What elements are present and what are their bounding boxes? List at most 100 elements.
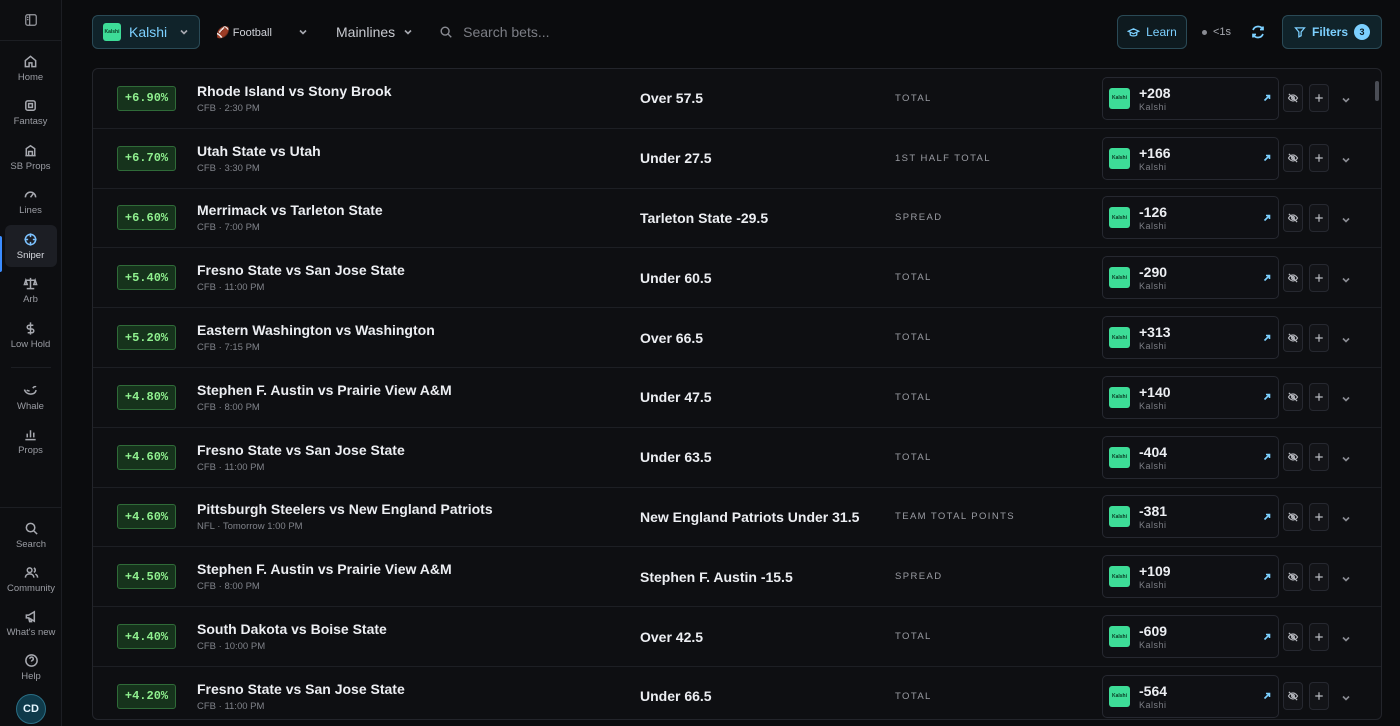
external-link-icon[interactable] [1262,691,1272,701]
add-bet-button[interactable] [1309,323,1329,352]
odds-card[interactable]: Kalshi -381 Kalshi [1102,495,1279,539]
odds-card[interactable]: Kalshi -564 Kalshi [1102,674,1279,718]
add-bet-button[interactable] [1309,502,1329,531]
sidebar-item-community[interactable]: Community [5,558,57,600]
table-row[interactable]: +4.40% South Dakota vs Boise State CFB ·… [93,607,1381,667]
odds-card[interactable]: Kalshi +109 Kalshi [1102,555,1279,599]
odds-card[interactable]: Kalshi -290 Kalshi [1102,256,1279,300]
sidebar-item-low-hold[interactable]: Low Hold [5,315,57,357]
odds-values: +140 Kalshi [1139,384,1262,411]
hide-bet-button[interactable] [1283,502,1303,531]
plus-icon [1315,333,1323,342]
expand-row-button[interactable] [1341,690,1353,702]
table-row[interactable]: +4.20% Fresno State vs San Jose State CF… [93,667,1381,719]
search-input[interactable] [463,24,764,40]
expand-row-button[interactable] [1341,451,1353,463]
odds-card[interactable]: Kalshi -609 Kalshi [1102,615,1279,659]
add-bet-button[interactable] [1309,562,1329,591]
odds-card[interactable]: Kalshi +166 Kalshi [1102,136,1279,180]
hide-bet-button[interactable] [1283,443,1303,472]
hide-bet-button[interactable] [1283,323,1303,352]
hide-bet-button[interactable] [1283,144,1303,173]
odds-card[interactable]: Kalshi +140 Kalshi [1102,375,1279,419]
external-link-icon[interactable] [1262,632,1272,642]
add-bet-button[interactable] [1309,263,1329,292]
add-bet-button[interactable] [1309,144,1329,173]
game-info: Fresno State vs San Jose State CFB · 11:… [197,262,405,293]
hide-bet-button[interactable] [1283,383,1303,412]
sportsbook-name: Kalshi [1139,520,1167,531]
expand-row-button[interactable] [1341,212,1353,224]
external-link-icon[interactable] [1262,333,1272,343]
sidebar-item-fantasy[interactable]: Fantasy [5,92,57,134]
sidebar-item-arb[interactable]: Arb [5,270,57,312]
external-link-icon[interactable] [1262,273,1272,283]
expand-row-button[interactable] [1341,631,1353,643]
lines-icon [24,191,37,199]
add-bet-button[interactable] [1309,682,1329,711]
table-row[interactable]: +5.20% Eastern Washington vs Washington … [93,308,1381,368]
add-bet-button[interactable] [1309,203,1329,232]
filters-button[interactable]: Filters 3 [1282,15,1382,49]
table-row[interactable]: +6.90% Rhode Island vs Stony Brook CFB ·… [93,69,1381,129]
filters-button-label: Filters [1311,25,1348,39]
odds-card[interactable]: Kalshi -404 Kalshi [1102,435,1279,479]
table-row[interactable]: +4.60% Pittsburgh Steelers vs New Englan… [93,488,1381,548]
add-bet-button[interactable] [1309,622,1329,651]
odds-card[interactable]: Kalshi +208 Kalshi [1102,76,1279,120]
add-bet-button[interactable] [1309,84,1329,113]
expand-row-button[interactable] [1341,332,1353,344]
hide-bet-button[interactable] [1283,263,1303,292]
hide-bet-button[interactable] [1283,84,1303,113]
external-link-icon[interactable] [1262,572,1272,582]
hide-bet-button[interactable] [1283,203,1303,232]
table-row[interactable]: +4.80% Stephen F. Austin vs Prairie View… [93,368,1381,428]
sidebar-item-whats-new[interactable]: What's new [5,602,57,644]
game-title: Fresno State vs San Jose State [197,680,405,697]
expand-row-button[interactable] [1341,272,1353,284]
eye-off-icon [1287,512,1299,522]
table-row[interactable]: +6.60% Merrimack vs Tarleton State CFB ·… [93,189,1381,249]
table-row[interactable]: +5.40% Fresno State vs San Jose State CF… [93,248,1381,309]
table-row[interactable]: +4.50% Stephen F. Austin vs Prairie View… [93,547,1381,608]
add-bet-button[interactable] [1309,383,1329,412]
sidebar-item-sb-props[interactable]: SB Props [5,136,57,178]
sportsbook-name: Kalshi [1139,341,1167,352]
external-link-icon[interactable] [1262,512,1272,522]
external-link-icon[interactable] [1262,93,1272,103]
table-row[interactable]: +4.60% Fresno State vs San Jose State CF… [93,428,1381,488]
sidebar-item-sniper[interactable]: Sniper [4,225,57,268]
sidebar-toggle-button[interactable] [0,0,62,41]
market-select-label: Mainlines [336,24,396,40]
table-row[interactable]: +6.70% Utah State vs Utah CFB · 3:30 PM … [93,129,1381,189]
expand-row-button[interactable] [1341,511,1353,523]
game-info: Stephen F. Austin vs Prairie View A&M CF… [197,561,452,592]
odds-card[interactable]: Kalshi +313 Kalshi [1102,316,1279,360]
expand-row-button[interactable] [1341,152,1353,164]
hide-bet-button[interactable] [1283,562,1303,591]
add-bet-button[interactable] [1309,443,1329,472]
expand-row-button[interactable] [1341,92,1353,104]
sidebar-item-home[interactable]: Home [5,47,57,89]
expand-row-button[interactable] [1341,571,1353,583]
external-link-icon[interactable] [1262,452,1272,462]
external-link-icon[interactable] [1262,213,1272,223]
scrollbar[interactable] [1375,81,1379,101]
sidebar-item-search[interactable]: Search [5,514,57,556]
sidebar-item-help[interactable]: Help [5,646,57,688]
external-link-icon[interactable] [1262,153,1272,163]
sidebar-item-lines[interactable]: Lines [5,181,57,223]
hide-bet-button[interactable] [1283,682,1303,711]
market-select[interactable]: Mainlines [336,24,413,40]
sportsbook-select[interactable]: Kalshi Kalshi [92,15,200,49]
refresh-button[interactable] [1249,23,1267,41]
odds-card[interactable]: Kalshi -126 Kalshi [1102,196,1279,240]
external-link-icon[interactable] [1262,392,1272,402]
learn-button[interactable]: Learn [1116,15,1187,49]
expand-row-button[interactable] [1341,391,1353,403]
hide-bet-button[interactable] [1283,622,1303,651]
sidebar-item-props[interactable]: Props [5,421,57,463]
sport-select[interactable]: 🏈 Football [216,26,308,39]
sidebar-item-whale[interactable]: Whale [5,376,57,418]
avatar[interactable]: CD [16,694,46,724]
